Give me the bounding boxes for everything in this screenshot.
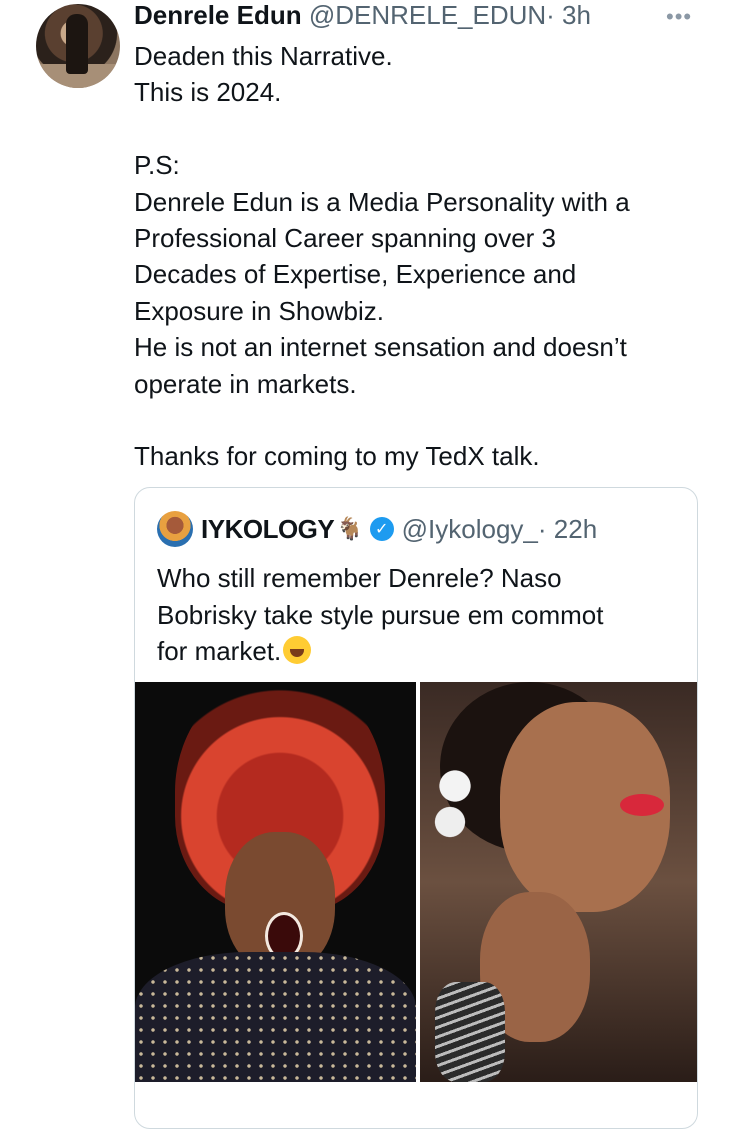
quoted-tweet-media[interactable] — [135, 682, 697, 1082]
quoted-tweet-text: Who still remember Denrele? Naso Bobrisk… — [157, 560, 677, 670]
tweet-line: Deaden this Narrative. — [134, 41, 393, 71]
tweet-line: This is 2024. — [134, 77, 282, 108]
quoted-tweet-time[interactable]: · 22h — [538, 514, 597, 545]
rolling-on-floor-laughing-icon — [283, 636, 312, 664]
tweet-time[interactable]: · 3h — [546, 0, 591, 30]
quoted-tweet-line: Bobrisky take style pursue em commot — [157, 599, 604, 630]
image-bangles — [435, 982, 505, 1082]
author-avatar[interactable] — [36, 4, 120, 88]
tweet-line: Exposure in Showbiz. — [134, 295, 385, 326]
quoted-author-name[interactable]: IYKOLOGY — [201, 514, 335, 545]
quoted-tweet-card[interactable]: IYKOLOGY 🐐 ✓ @Iykology_ · 22h Who still r… — [134, 487, 698, 1129]
goat-emoji-icon: 🐐 — [336, 516, 364, 541]
tweet-text: Deaden this Narrative. This is 2024. P.S… — [134, 38, 714, 475]
verified-badge-icon: ✓ — [369, 517, 394, 541]
media-image-right[interactable] — [420, 682, 697, 1082]
media-image-left[interactable] — [135, 682, 416, 1082]
author-handle[interactable]: @DENRELE_EDUN — [309, 0, 546, 30]
tweet-line: He is not an internet sensation and does… — [134, 332, 627, 363]
tweet-line: Denrele Edun is a Media Personality with… — [134, 186, 630, 217]
tweet-line: operate in markets. — [134, 368, 357, 399]
image-studded-jacket — [135, 952, 416, 1082]
quoted-tweet-line: Who still remember Denrele? Naso — [157, 563, 562, 593]
avatar-photo-figure — [66, 14, 88, 74]
quoted-tweet-header: IYKOLOGY 🐐 ✓ @Iykology_ · 22h — [157, 511, 597, 547]
tweet-line: Decades of Expertise, Experience and — [134, 259, 577, 290]
tweet-line: Professional Career spanning over 3 — [134, 223, 557, 254]
image-red-lips — [620, 794, 664, 816]
quoted-tweet-line: for market. — [157, 636, 282, 666]
quoted-author-avatar[interactable] — [157, 511, 193, 547]
tweet-line: Thanks for coming to my TedX talk. — [134, 441, 540, 472]
author-name[interactable]: Denrele Edun — [134, 0, 302, 30]
quoted-tweet-line-last: for market. — [157, 633, 677, 670]
image-hair-flower — [430, 762, 480, 842]
tweet-header: Denrele Edun @DENRELE_EDUN· 3h — [134, 0, 591, 30]
quoted-author-handle[interactable]: @Iykology_ — [402, 514, 538, 545]
more-options-icon[interactable]: ••• — [666, 4, 692, 30]
tweet-line: P.S: — [134, 150, 180, 181]
